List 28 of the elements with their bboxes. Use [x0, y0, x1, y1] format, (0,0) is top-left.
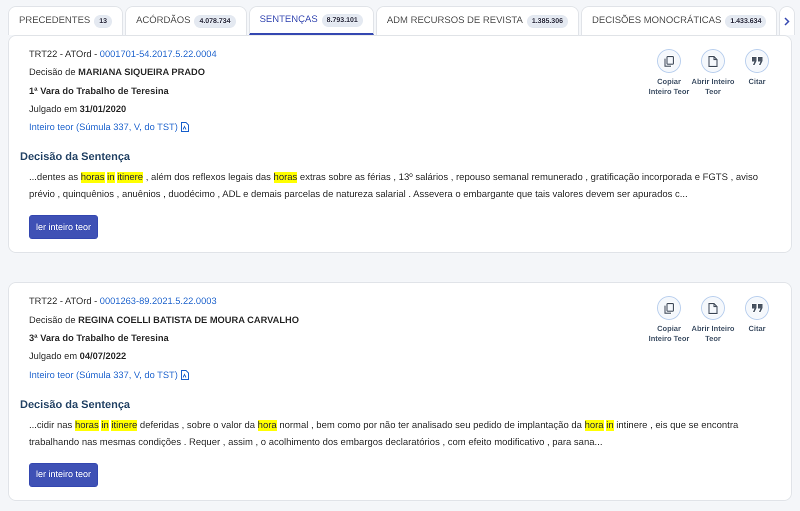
chevron-right-icon: [784, 16, 790, 26]
court-unit: 1ª Vara do Trabalho de Teresina: [29, 84, 169, 98]
decision-line: Decisão de MARIANA SIQUEIRA PRADO: [29, 66, 205, 80]
process-link[interactable]: 0001263-89.2021.5.22.0003: [100, 296, 217, 306]
quote-icon: [752, 57, 762, 65]
read-full-text-button[interactable]: ler inteiro teor: [29, 462, 98, 487]
judged-date: Julgado em 04/07/2022: [29, 350, 126, 364]
read-full-text-button[interactable]: ler inteiro teor: [29, 215, 98, 240]
document-icon: [708, 302, 718, 314]
full-text-link[interactable]: Inteiro teor (Súmula 337, V, do TST): [29, 118, 189, 136]
court-unit: 3ª Vara do Trabalho de Teresina: [29, 332, 169, 346]
copy-icon: [664, 56, 674, 66]
pdf-file-icon: [180, 370, 189, 380]
pdf-file-icon: [180, 122, 189, 132]
decision-excerpt: ...dentes as horas in itinere , além dos reflexos legais das horas extras sobre as férias , 13º salários , repouso semanal remunerado , gratificação incorporada e FGTS , aviso prévio , quinquênios , anuênios , duodécimo , ADL e demais parcelas de natureza salarial . Assevera o embargante que tais valores devem ser apurados c...: [29, 171, 760, 202]
process-line: TRT22 - ATOrd - 0001701-54.2017.5.22.0004: [29, 48, 217, 61]
decision-line: Decisão de REGINA COELLI BATISTA DE MOURA CARVALHO: [29, 314, 299, 327]
scroll-right-button[interactable]: [779, 6, 795, 35]
full-text-link[interactable]: Inteiro teor (Súmula 337, V, do TST): [29, 366, 189, 384]
section-title: Decisão da Sentença: [20, 398, 130, 413]
section-title: Decisão da Sentença: [20, 150, 130, 166]
decision-excerpt: ...cidir nas horas in itinere deferidas , sobre o valor da hora normal , bem como por não ter analisado seu pedido de implantação da hora in intinere , eis que se encontra trabalhando nas mesmas condições . Requer , assim , o acolhimento dos embargos declaratórios , com efeito modificativo , para sana...: [29, 418, 740, 450]
quote-icon: [752, 304, 762, 312]
judged-date: Julgado em 31/01/2020: [29, 102, 126, 116]
process-link[interactable]: 0001701-54.2017.5.22.0004: [100, 49, 217, 59]
process-line: TRT22 - ATOrd - 0001263-89.2021.5.22.0003: [29, 295, 217, 308]
document-icon: [708, 56, 718, 66]
copy-icon: [664, 302, 674, 314]
